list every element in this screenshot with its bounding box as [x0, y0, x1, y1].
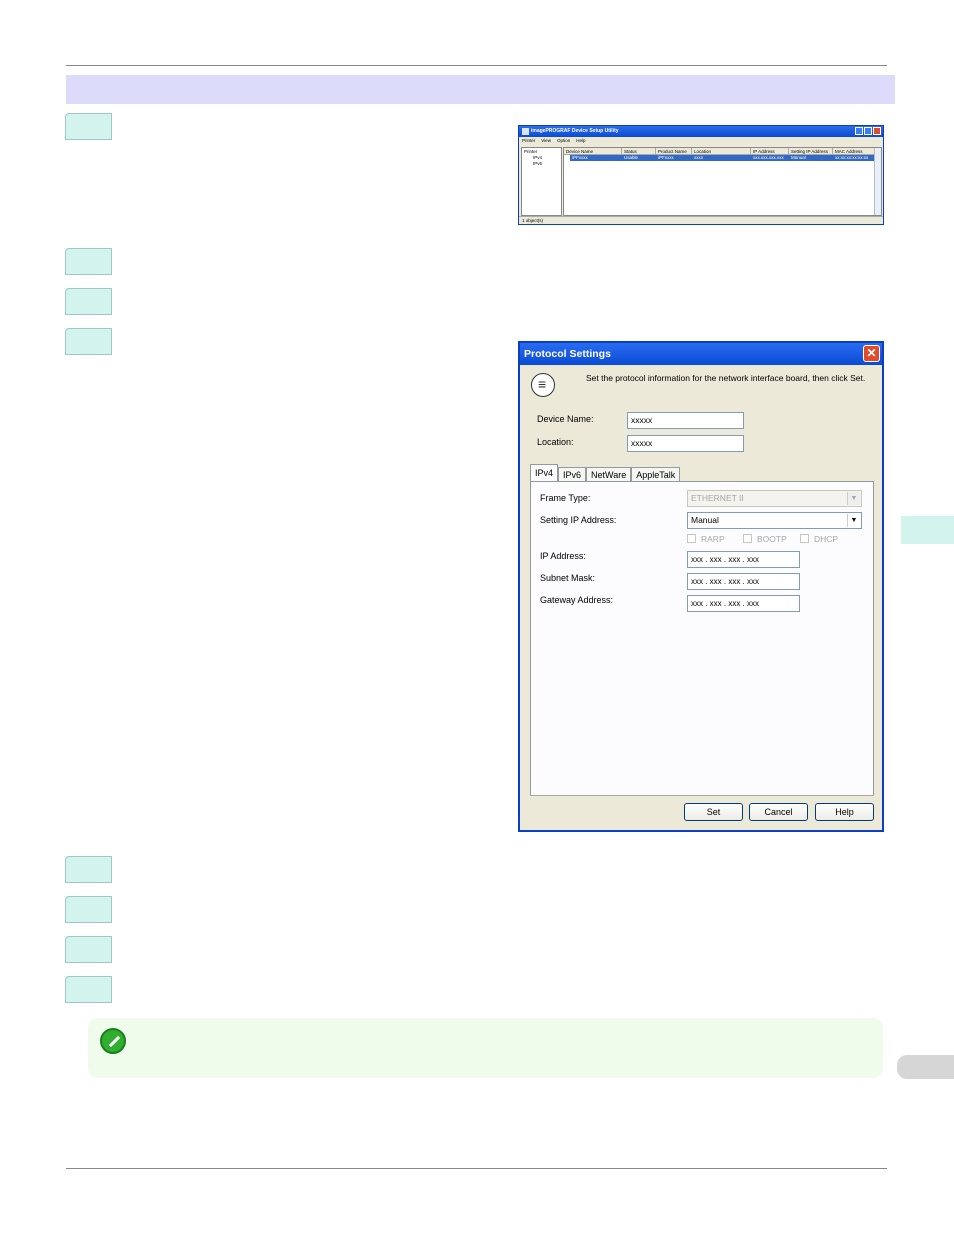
frame-type-label: Frame Type: — [540, 493, 591, 503]
ip-address-input[interactable]: xxx . xxx . xxx . xxx — [687, 551, 800, 568]
gateway-label: Gateway Address: — [540, 595, 614, 605]
vertical-scrollbar[interactable] — [874, 148, 881, 215]
step-marker-6 — [65, 896, 112, 923]
section-header-band — [66, 75, 895, 104]
setting-ip-select[interactable]: Manual ▼ — [687, 512, 862, 529]
location-input[interactable]: xxxxx — [627, 435, 744, 452]
dialog-titlebar: Protocol Settings ✕ — [520, 343, 882, 365]
step-marker-1 — [65, 113, 112, 140]
dhcp-label: DHCP — [814, 534, 839, 544]
chapter-side-tab — [901, 516, 954, 544]
chevron-down-icon[interactable]: ▼ — [847, 514, 860, 527]
frame-type-select: ETHERNET II ▼ — [687, 490, 862, 507]
device-name-label: Device Name: — [537, 414, 594, 424]
close-icon[interactable] — [873, 127, 881, 135]
menu-printer[interactable]: Printer — [522, 137, 535, 145]
col-device-name[interactable]: Device Name — [564, 148, 622, 154]
step-marker-2 — [65, 248, 112, 275]
device-setup-window: imagePROGRAF Device Setup Utility Printe… — [518, 125, 884, 225]
maximize-icon[interactable] — [864, 127, 872, 135]
tree-pane: Printer IPv4 IPv6 — [521, 147, 562, 216]
device-setup-menubar: Printer View Option Help — [519, 137, 883, 145]
tree-item-ipv6[interactable]: IPv6 — [524, 161, 559, 167]
cell-ip-address: xxx.xxx.xxx.xxx — [753, 155, 784, 160]
bootp-checkbox[interactable] — [743, 534, 752, 543]
dialog-title: Protocol Settings — [524, 348, 611, 360]
cell-status: Usable — [624, 155, 639, 160]
setting-ip-value: Manual — [691, 515, 719, 525]
protocol-settings-dialog: Protocol Settings ✕ Set the protocol inf… — [518, 341, 884, 832]
note-box — [88, 1018, 883, 1078]
speech-balloon-icon — [531, 373, 555, 397]
set-button[interactable]: Set — [684, 803, 743, 821]
cell-mac-address: xx:xx:xx:xx:xx:xx — [835, 155, 869, 160]
top-rule — [66, 65, 887, 66]
gateway-input[interactable]: xxx . xxx . xxx . xxx — [687, 595, 800, 612]
col-status[interactable]: Status — [622, 148, 656, 154]
minimize-icon[interactable] — [855, 127, 863, 135]
dhcp-checkbox[interactable] — [800, 534, 809, 543]
device-setup-titlebar: imagePROGRAF Device Setup Utility — [519, 126, 883, 137]
step-marker-8 — [65, 976, 112, 1003]
col-setting-ip[interactable]: Setting IP Address — [789, 148, 833, 154]
dialog-instruction: Set the protocol information for the net… — [586, 373, 866, 383]
col-ip-address[interactable]: IP Address — [751, 148, 789, 154]
pencil-note-icon — [100, 1028, 126, 1054]
rarp-label: RARP — [701, 534, 725, 544]
subnet-mask-input[interactable]: xxx . xxx . xxx . xxx — [687, 573, 800, 590]
list-header: Device Name Status Product Name Location… — [564, 148, 881, 155]
device-list-pane: Device Name Status Product Name Location… — [563, 147, 882, 216]
cell-device-name: iPFxxxx — [572, 155, 588, 160]
col-product-name[interactable]: Product Name — [656, 148, 692, 154]
tab-appletalk[interactable]: AppleTalk — [631, 467, 681, 482]
tab-ipv6[interactable]: IPv6 — [558, 467, 587, 482]
subnet-mask-label: Subnet Mask: — [540, 573, 596, 583]
step-marker-5 — [65, 856, 112, 883]
bottom-rule — [66, 1168, 887, 1169]
bootp-label: BOOTP — [757, 534, 787, 544]
step-marker-4 — [65, 328, 112, 355]
dialog-separator — [530, 795, 874, 796]
location-label: Location: — [537, 437, 574, 447]
rarp-checkbox[interactable] — [687, 534, 696, 543]
device-setup-title: imagePROGRAF Device Setup Utility — [531, 128, 619, 134]
ip-address-label: IP Address: — [540, 551, 586, 561]
menu-option[interactable]: Option — [557, 137, 570, 145]
menu-view[interactable]: View — [541, 137, 551, 145]
step-marker-7 — [65, 936, 112, 963]
chevron-down-icon: ▼ — [847, 492, 860, 505]
device-name-input[interactable]: xxxxx — [627, 412, 744, 429]
step-marker-3 — [65, 288, 112, 315]
close-icon[interactable]: ✕ — [863, 345, 880, 362]
status-bar: 1 object(s) — [519, 216, 883, 224]
col-location[interactable]: Location — [692, 148, 751, 154]
frame-type-value: ETHERNET II — [691, 493, 744, 503]
table-row[interactable]: iPFxxxx Usable iPFxxxx xxxx xxx.xxx.xxx.… — [570, 155, 874, 161]
cell-product-name: iPFxxxx — [658, 155, 674, 160]
col-mac-address[interactable]: MAC Address — [833, 148, 875, 154]
menu-help[interactable]: Help — [576, 137, 585, 145]
tab-netware[interactable]: NetWare — [586, 467, 632, 482]
protocol-tabs: IPv4 IPv6 NetWare AppleTalk — [530, 464, 681, 482]
page-side-tab — [897, 1055, 954, 1079]
cancel-button[interactable]: Cancel — [749, 803, 808, 821]
app-icon — [522, 128, 529, 135]
setting-ip-label: Setting IP Address: — [540, 515, 617, 525]
help-button[interactable]: Help — [815, 803, 874, 821]
cell-setting-ip: Manual — [791, 155, 806, 160]
cell-location: xxxx — [694, 155, 703, 160]
tab-ipv4[interactable]: IPv4 — [530, 464, 559, 482]
